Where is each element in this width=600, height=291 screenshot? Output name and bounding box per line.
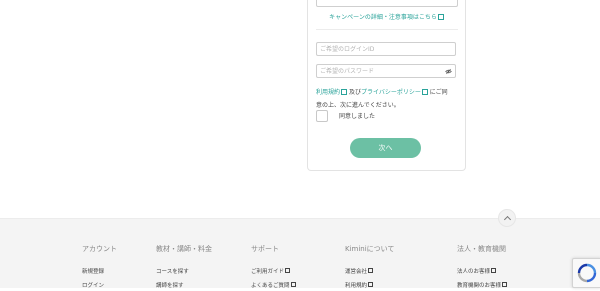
campaign-details-link[interactable]: キャンペーンの詳細・注意事項はこちら: [308, 12, 465, 21]
top-input-field[interactable]: [316, 0, 458, 7]
campaign-link-text[interactable]: キャンペーンの詳細・注意事項はこちら: [329, 14, 437, 21]
footer-link-text[interactable]: 運営会社: [345, 269, 367, 275]
footer-link[interactable]: ログイン: [82, 281, 104, 289]
external-link-icon: [421, 88, 428, 95]
divider: [316, 29, 458, 30]
footer-column-title: サポート: [251, 245, 279, 253]
chevron-up-icon: [503, 215, 512, 224]
recaptcha-icon: [577, 263, 597, 283]
external-link-icon: [437, 13, 444, 20]
and-text: 及び: [348, 89, 361, 96]
footer-link[interactable]: コースを探す: [156, 267, 189, 275]
footer-column-account: アカウント 新規登録 ログイン: [82, 244, 117, 289]
footer-link-text[interactable]: 利用規約: [345, 283, 367, 289]
terms-consent-text: 利用規約 及びプライバシーポリシー にご同 意の上、次に進んでください。: [316, 86, 462, 112]
external-link-icon: [285, 268, 291, 273]
recaptcha-badge[interactable]: [572, 258, 600, 288]
login-id-input[interactable]: ご希望のログインID: [316, 42, 456, 56]
footer-link[interactable]: 講師を探す: [156, 281, 184, 289]
footer-link[interactable]: 教育機関のお客様: [457, 281, 508, 289]
footer-link-text[interactable]: 教育機関のお客様: [457, 283, 501, 289]
footer-column-business: 法人・教育機関 法人のお客様 教育機関のお客様: [457, 244, 508, 289]
external-link-icon: [491, 268, 497, 273]
footer-column-materials: 教材・講師・料金 コースを探す 講師を探す: [156, 244, 212, 289]
footer-link-text[interactable]: よくあるご質問: [251, 283, 290, 289]
footer-link[interactable]: 新規登録: [82, 267, 104, 275]
external-link-icon: [368, 268, 374, 273]
terms-text-2: 意の上、次に進んでください。: [316, 102, 400, 109]
terms-link[interactable]: 利用規約: [316, 89, 340, 96]
footer-link[interactable]: 利用規約: [345, 281, 374, 289]
footer-link[interactable]: 法人のお客様: [457, 267, 497, 275]
external-link-icon: [290, 282, 296, 287]
footer-column-support: サポート ご利用ガイド よくあるご質問: [251, 244, 296, 289]
footer-link[interactable]: 運営会社: [345, 267, 374, 275]
footer-column-title: 教材・講師・料金: [156, 245, 212, 253]
external-link-icon: [368, 282, 374, 287]
eye-slash-icon[interactable]: [445, 68, 452, 75]
footer-column-title: Kiminiについて: [345, 245, 395, 253]
footer-column-about: Kiminiについて 運営会社 利用規約: [345, 244, 395, 289]
agree-checkbox[interactable]: [316, 110, 328, 122]
footer-link-text[interactable]: 法人のお客様: [457, 269, 490, 275]
footer-link-text[interactable]: ご利用ガイド: [251, 269, 284, 275]
terms-text-1: にご同: [429, 89, 448, 96]
footer-column-title: 法人・教育機関: [457, 245, 506, 253]
external-link-icon: [502, 282, 508, 287]
footer-column-title: アカウント: [82, 245, 117, 253]
next-button[interactable]: 次へ: [350, 138, 421, 158]
privacy-policy-link[interactable]: プライバシーポリシー: [361, 89, 421, 96]
password-placeholder: ご希望のパスワード: [320, 68, 375, 75]
footer-link[interactable]: ご利用ガイド: [251, 267, 291, 275]
agree-label[interactable]: 同意しました: [339, 111, 375, 120]
footer-link[interactable]: よくあるご質問: [251, 281, 296, 289]
password-input[interactable]: ご希望のパスワード: [316, 64, 456, 78]
external-link-icon: [341, 88, 348, 95]
login-id-placeholder: ご希望のログインID: [320, 46, 375, 53]
scroll-to-top-button[interactable]: [498, 209, 516, 227]
